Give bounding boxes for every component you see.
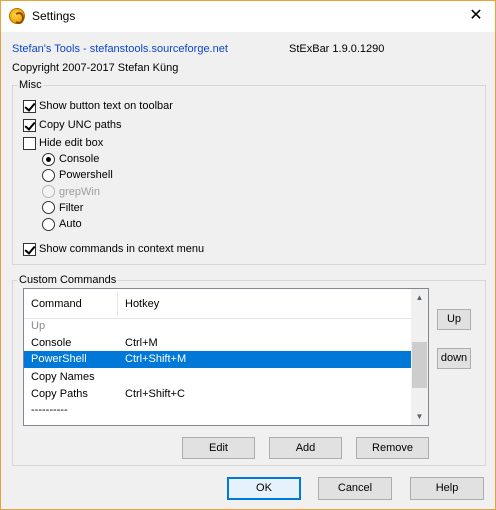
radio-grepwin	[42, 185, 55, 198]
list-item[interactable]: ----------	[24, 402, 412, 419]
add-button[interactable]: Add	[269, 437, 342, 459]
copy-unc-checkbox[interactable]	[23, 119, 36, 132]
radio-console[interactable]	[42, 153, 55, 166]
list-item-command: Copy Names	[31, 371, 95, 383]
radio-console-label[interactable]: Console	[59, 153, 99, 165]
cancel-button[interactable]: Cancel	[318, 477, 392, 500]
show-commands-context-label[interactable]: Show commands in context menu	[39, 243, 204, 255]
close-icon[interactable]: ✕	[461, 3, 491, 29]
tools-link[interactable]: Stefan's Tools - stefanstools.sourceforg…	[12, 43, 228, 55]
copyright-label: Copyright 2007-2017 Stefan Küng	[12, 62, 179, 74]
list-item-hotkey: Ctrl+Shift+C	[125, 388, 185, 400]
show-button-text-checkbox[interactable]	[23, 100, 36, 113]
radio-auto-label[interactable]: Auto	[59, 218, 82, 230]
radio-powershell[interactable]	[42, 169, 55, 182]
copy-unc-label[interactable]: Copy UNC paths	[39, 119, 122, 131]
list-item-command: ----------	[31, 404, 68, 416]
remove-button[interactable]: Remove	[356, 437, 429, 459]
remove-button-label: Remove	[372, 442, 413, 454]
custom-commands-legend: Custom Commands	[19, 274, 117, 286]
scroll-down-icon[interactable]: ▼	[411, 408, 428, 425]
list-item-command: Console	[31, 337, 72, 349]
version-label: StExBar 1.9.0.1290	[289, 43, 385, 55]
help-button-label: Help	[435, 482, 459, 494]
list-item-command: Up	[31, 320, 46, 332]
list-item[interactable]: Up	[24, 318, 412, 335]
list-item[interactable]: Copy Names	[24, 369, 412, 386]
hide-edit-box-checkbox[interactable]	[23, 137, 36, 150]
commands-list[interactable]: Command Hotkey Up Console Ctrl+M PowerSh…	[23, 288, 429, 426]
vertical-scrollbar[interactable]: ▲ ▼	[411, 289, 428, 425]
column-command[interactable]: Command	[31, 298, 82, 310]
list-item-command: PowerShell	[31, 353, 87, 365]
up-button[interactable]: Up	[437, 309, 471, 330]
app-icon	[9, 8, 25, 24]
radio-auto[interactable]	[42, 218, 55, 231]
list-header: Command Hotkey	[24, 289, 412, 319]
window-title: Settings	[32, 9, 76, 23]
radio-filter[interactable]	[42, 201, 55, 214]
radio-powershell-label[interactable]: Powershell	[59, 169, 113, 181]
show-commands-context-checkbox[interactable]	[23, 243, 36, 256]
title-bar: Settings ✕	[1, 1, 495, 32]
column-hotkey[interactable]: Hotkey	[125, 298, 159, 310]
settings-window: Settings ✕ Stefan's Tools - stefanstools…	[0, 0, 496, 510]
list-item-selected[interactable]: PowerShell Ctrl+Shift+M	[24, 351, 412, 368]
cancel-button-label: Cancel	[337, 482, 373, 494]
down-button[interactable]: down	[437, 348, 471, 369]
misc-legend: Misc	[19, 79, 42, 91]
ok-button[interactable]: OK	[227, 477, 301, 500]
help-button[interactable]: Help	[410, 477, 484, 500]
edit-button[interactable]: Edit	[182, 437, 255, 459]
add-button-label: Add	[295, 442, 316, 454]
hide-edit-box-label[interactable]: Hide edit box	[39, 137, 103, 149]
column-divider[interactable]	[117, 292, 118, 316]
ok-button-label: OK	[256, 482, 272, 494]
list-item[interactable]: Copy Paths Ctrl+Shift+C	[24, 386, 412, 403]
edit-button-label: Edit	[209, 442, 228, 454]
list-item[interactable]: Console Ctrl+M	[24, 335, 412, 352]
list-item-hotkey: Ctrl+M	[125, 337, 158, 349]
list-item-command: Copy Paths	[31, 388, 88, 400]
radio-grepwin-label: grepWin	[59, 186, 100, 198]
scroll-up-icon[interactable]: ▲	[411, 289, 428, 306]
radio-filter-label[interactable]: Filter	[59, 202, 83, 214]
up-button-label: Up	[446, 313, 462, 325]
scroll-thumb[interactable]	[412, 342, 427, 388]
show-button-text-label[interactable]: Show button text on toolbar	[39, 100, 173, 112]
list-item-hotkey: Ctrl+Shift+M	[125, 353, 187, 365]
down-button-label: down	[440, 352, 468, 364]
